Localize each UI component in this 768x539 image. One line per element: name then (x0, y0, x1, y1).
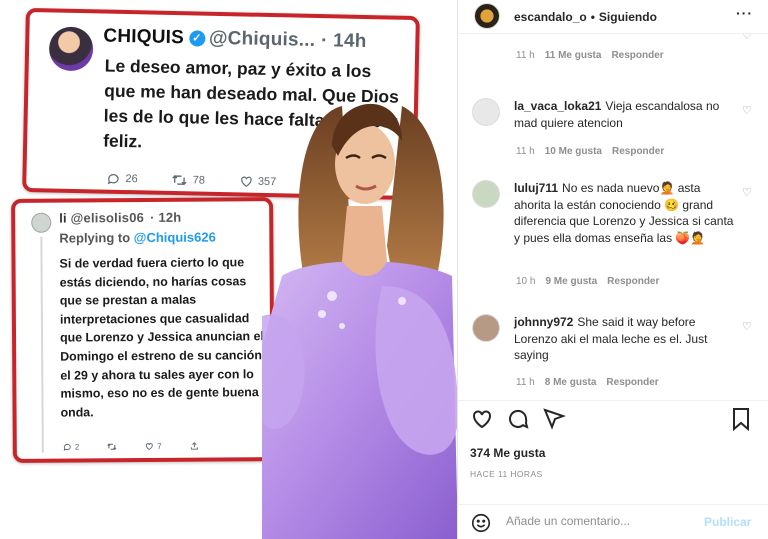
commenter-username[interactable]: luluj711 (514, 181, 558, 195)
likes-count[interactable]: 374 Me gusta (470, 446, 545, 460)
like-comment-icon[interactable]: ♡ (742, 320, 752, 333)
comment-input[interactable] (506, 514, 696, 528)
woman-photo (262, 103, 457, 539)
post-header: escandalo_o • Siguiendo ··· (458, 0, 768, 34)
commenter-avatar[interactable] (472, 98, 500, 126)
tweet-avatar (48, 26, 94, 72)
commenter-username[interactable]: la_vaca_loka21 (514, 99, 601, 113)
tweet-time: · 14h (320, 30, 367, 53)
header-separator: • (590, 10, 595, 24)
tweet-retweet-count: 78 (172, 173, 206, 188)
emoji-icon[interactable] (470, 512, 492, 534)
verified-badge-icon: ✓ (188, 30, 206, 47)
add-comment-bar: Publicar (458, 504, 768, 539)
comment-icon[interactable] (506, 407, 530, 431)
post-time: HACE 11 HORAS (470, 469, 543, 479)
comments-list[interactable]: 11 h 11 Me gusta Responder ♡ la_vaca_loka2… (458, 34, 768, 400)
like-comment-icon[interactable]: ♡ (742, 34, 752, 42)
publish-button[interactable]: Publicar (704, 515, 751, 529)
comment-time: 11 h (516, 50, 535, 61)
comment-icon (63, 443, 71, 451)
reply-avatar (31, 212, 52, 233)
reply-like-count: 7 (157, 441, 162, 451)
retweet-icon (107, 443, 117, 450)
reply-actions: 2 7 (63, 441, 227, 451)
commenter-username[interactable]: johnny972 (514, 315, 573, 329)
post-actions (458, 400, 768, 436)
comment-likes[interactable]: 11 Me gusta (545, 50, 602, 61)
reply-time: · 12h (150, 209, 182, 225)
more-options-icon[interactable]: ··· (736, 5, 753, 21)
comment-likes[interactable]: 8 Me gusta (545, 377, 597, 388)
retweet-icon (172, 175, 187, 186)
like-comment-icon[interactable]: ♡ (742, 104, 752, 117)
comment-time: 11 h (516, 377, 535, 388)
tweet-reply-count: 26 (106, 172, 138, 187)
like-icon[interactable] (470, 407, 494, 431)
heart-icon (146, 443, 154, 450)
comment-time: 10 h (516, 276, 536, 287)
comment-icon (107, 174, 119, 185)
tweet-card-reply: li @elisolis06 · 12h Replying to @Chiquis… (11, 197, 275, 463)
reply-button[interactable]: Responder (612, 146, 664, 157)
avatar[interactable] (474, 3, 500, 29)
reply-handle: @elisolis06 (70, 209, 145, 226)
reply-button[interactable]: Responder (606, 377, 658, 388)
reply-text: Si de verdad fuera cierto lo que estás d… (59, 255, 264, 420)
share-icon (190, 442, 198, 450)
tweet-author-name: CHIQUIS (103, 25, 185, 49)
instagram-panel: escandalo_o • Siguiendo ··· 11 h 11 Me gust… (458, 0, 768, 539)
reply-reply-count: 2 (74, 442, 80, 452)
replying-to: Replying to @Chiquis626 (59, 229, 216, 246)
heart-icon (240, 176, 252, 187)
comment-likes[interactable]: 9 Me gusta (545, 276, 597, 287)
commenter-avatar[interactable] (472, 180, 500, 208)
replying-mention: @Chiquis626 (133, 229, 216, 246)
bookmark-icon[interactable] (730, 407, 752, 431)
header-username[interactable]: escandalo_o (514, 10, 587, 24)
comment-likes[interactable]: 10 Me gusta (545, 146, 602, 157)
reply-author-name: li (59, 210, 67, 226)
like-comment-icon[interactable]: ♡ (742, 186, 752, 199)
tweet-handle: @Chiquis... (208, 27, 316, 51)
follow-status-button[interactable]: Siguiendo (599, 10, 657, 24)
comment-time: 11 h (516, 146, 535, 157)
reply-button[interactable]: Responder (611, 50, 663, 61)
commenter-avatar[interactable] (472, 314, 500, 342)
reply-button[interactable]: Responder (607, 276, 659, 287)
share-icon[interactable] (542, 407, 566, 431)
thread-line (40, 236, 44, 453)
post-image: CHIQUIS ✓ @Chiquis... · 14h Le deseo amor, … (0, 0, 458, 539)
